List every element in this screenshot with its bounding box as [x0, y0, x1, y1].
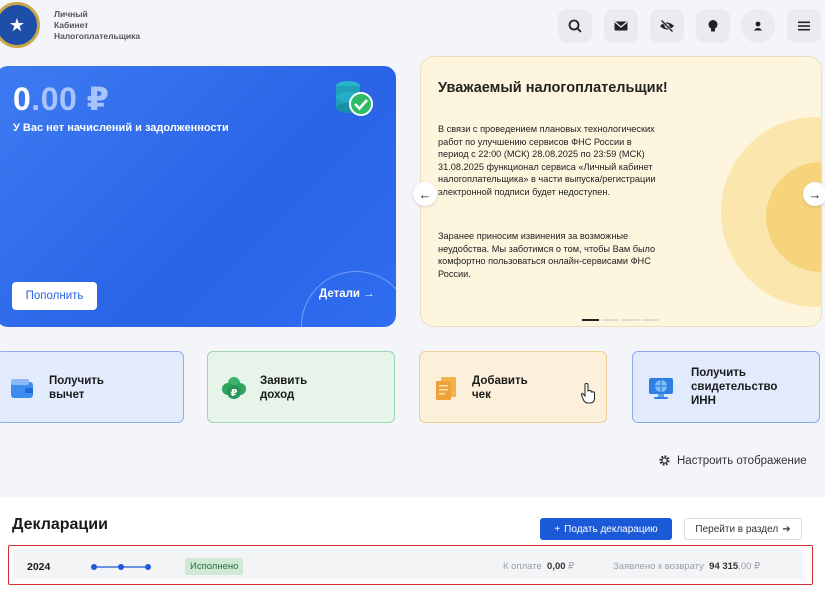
arrow-right-icon: ➔	[782, 523, 791, 535]
submit-declaration-label: Подать декларацию	[564, 523, 658, 535]
topup-button[interactable]: Пополнить	[12, 282, 97, 310]
declarations-title: Декларации	[12, 516, 108, 533]
fns-emblem-logo[interactable]: ★	[0, 2, 40, 48]
add-receipt-tile[interactable]: Добавить чек	[419, 351, 607, 423]
carousel-dot[interactable]	[602, 319, 619, 321]
balance-amount: 0.00 ₽	[13, 80, 109, 118]
hand-cursor-icon	[580, 383, 595, 404]
plus-icon: +	[554, 523, 561, 535]
brand-line-1: Личный	[54, 9, 88, 19]
search-button[interactable]	[558, 9, 592, 43]
declaration-row[interactable]: 2024 Исполнено К оплате 0,00 ₽ Заявлено …	[8, 545, 813, 585]
carousel-dot[interactable]	[622, 319, 639, 321]
receipt-icon	[436, 377, 456, 400]
notice-paragraph-1: В связи с проведением плановых технологи…	[438, 124, 656, 197]
progress-steps-icon	[91, 564, 151, 570]
get-deduction-tile[interactable]: Получить вычет	[0, 351, 184, 423]
submit-declaration-button[interactable]: + Подать декларацию	[540, 518, 672, 540]
tips-button[interactable]	[696, 9, 730, 43]
currency-sign: ₽	[568, 561, 575, 572]
wallet-icon	[11, 379, 33, 398]
goto-section-label: Перейти в раздел	[695, 523, 779, 535]
tile-label: Добавить чек	[472, 374, 528, 402]
menu-icon	[798, 21, 810, 31]
notice-card: Уважаемый налогоплательщик! В связи с пр…	[420, 56, 822, 327]
status-badge: Исполнено	[185, 558, 244, 575]
svg-text:₽: ₽	[231, 388, 238, 399]
mail-button[interactable]	[604, 9, 638, 43]
search-icon	[568, 19, 582, 33]
declare-income-tile[interactable]: ₽ Заявить доход	[207, 351, 395, 423]
carousel-dot[interactable]	[582, 319, 599, 321]
inn-certificate-tile[interactable]: Получить свидетельство ИНН	[632, 351, 820, 423]
tile-label-line: ИНН	[691, 395, 716, 407]
menu-button[interactable]	[787, 9, 821, 43]
carousel-prev-button[interactable]: ←	[413, 182, 437, 206]
hide-amounts-button[interactable]	[650, 9, 684, 43]
tile-label-line: Добавить	[472, 375, 528, 387]
tile-label-line: вычет	[49, 389, 85, 401]
monitor-globe-icon	[649, 378, 673, 399]
refund-claimed-decimals: ,00	[738, 561, 752, 572]
arrow-right-icon: →	[808, 186, 822, 202]
tile-label: Получить свидетельство ИНН	[691, 366, 777, 408]
declaration-year: 2024	[27, 561, 51, 573]
goto-section-button[interactable]: Перейти в раздел ➔	[684, 518, 802, 540]
brand-title[interactable]: Личный Кабинет Налогоплательщика	[54, 9, 140, 42]
balance-card: 0.00 ₽ У Вас нет начислений и задолженно…	[0, 66, 396, 327]
notice-title: Уважаемый налогоплательщик!	[438, 80, 668, 96]
mail-icon	[614, 21, 628, 31]
tile-label-line: Получить	[49, 375, 105, 387]
amount-to-pay-value: 0,00	[547, 561, 566, 572]
profile-button[interactable]	[741, 9, 775, 43]
currency-sign: ₽	[754, 561, 761, 572]
brand-line-3: Налогоплательщика	[54, 31, 141, 41]
customize-display-link[interactable]: Настроить отображение	[658, 454, 807, 467]
lightbulb-icon	[708, 20, 718, 32]
eye-off-icon	[660, 19, 674, 33]
amount-to-pay: К оплате 0,00 ₽	[503, 561, 574, 572]
carousel-dots	[582, 319, 659, 321]
balance-amount-dec: .00 ₽	[31, 81, 110, 117]
brand-line-2: Кабинет	[54, 20, 89, 30]
tile-label-line: свидетельство	[691, 381, 778, 393]
header: ★ Личный Кабинет Налогоплательщика	[0, 0, 825, 56]
tile-label-line: Заявить	[260, 375, 308, 387]
ruble-flower-icon: ₽	[222, 377, 246, 399]
amount-to-pay-label: К оплате	[503, 561, 542, 572]
refund-claimed-label: Заявлено к возврату	[613, 561, 704, 572]
declaration-row-body: 2024 Исполнено К оплате 0,00 ₽ Заявлено …	[13, 550, 803, 579]
details-link[interactable]: Детали →	[319, 288, 375, 300]
user-icon	[753, 21, 763, 31]
tile-label-line: Получить	[691, 367, 747, 379]
refund-claimed: Заявлено к возврату 94 315,00 ₽	[613, 561, 760, 572]
tile-label: Получить вычет	[49, 374, 104, 402]
carousel-dot[interactable]	[642, 319, 659, 321]
arrow-left-icon: ←	[418, 186, 432, 202]
gear-icon	[659, 455, 670, 466]
tile-label-line: чек	[472, 389, 491, 401]
notice-paragraph-2: Заранее приносим извинения за возможные …	[438, 231, 656, 279]
balance-amount-int: 0	[13, 81, 32, 117]
refund-claimed-value: 94 315	[709, 561, 739, 572]
tile-label: Заявить доход	[260, 374, 307, 402]
coins-check-icon	[336, 81, 373, 116]
carousel-next-button[interactable]: →	[803, 182, 825, 206]
tile-label-line: доход	[260, 389, 295, 401]
declarations-section: Декларации + Подать декларацию Перейти в…	[0, 497, 825, 600]
balance-subtitle: У Вас нет начислений и задолженности	[13, 122, 229, 134]
customize-display-label: Настроить отображение	[677, 454, 807, 467]
